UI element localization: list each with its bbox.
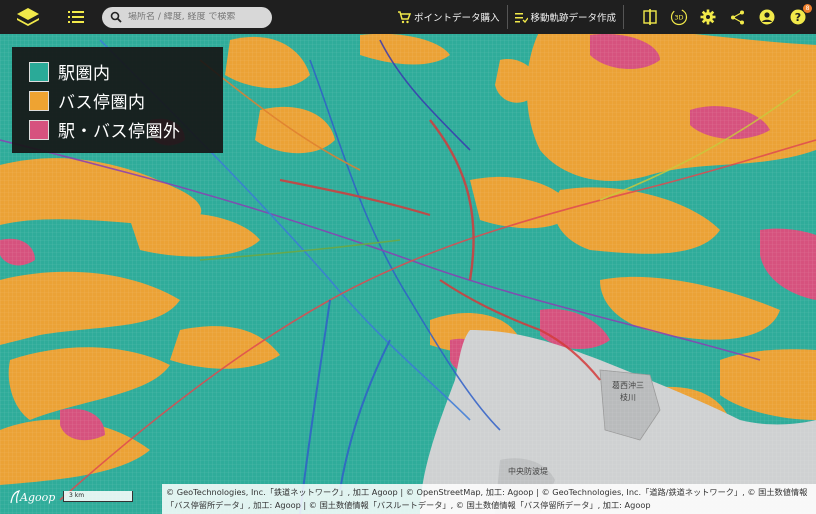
buy-point-data-button[interactable]: ポイントデータ購入: [397, 10, 500, 24]
top-toolbar: ポイントデータ購入 移動軌跡データ作成 3D: [0, 0, 816, 34]
brand-logo: Agoop: [10, 490, 55, 504]
user-icon: [759, 9, 775, 25]
settings-button[interactable]: [699, 8, 717, 26]
gear-icon: [700, 9, 716, 25]
scale-bar: 3 km: [63, 491, 133, 502]
place-label: 中央防波堤: [508, 466, 548, 476]
svg-text:?: ?: [795, 11, 801, 24]
attribution: © GeoTechnologies, Inc.「鉄道ネットワーク」, 加工 Ag…: [162, 484, 816, 514]
legend-swatch: [29, 90, 49, 111]
legend-item: 駅圏内: [29, 57, 223, 86]
layers-logo-icon[interactable]: [16, 7, 40, 27]
help-button[interactable]: ? 8: [789, 4, 813, 26]
map-app: 葛西沖三 枝川 中央防波堤 ポイントデータ購入: [0, 0, 816, 514]
3d-toggle-button[interactable]: 3D: [670, 8, 688, 26]
legend-label: 駅圏内: [58, 64, 111, 84]
3d-label: 3D: [674, 14, 683, 22]
buy-point-data-label: ポイントデータ購入: [414, 13, 500, 24]
help-badge: 8: [803, 4, 813, 13]
legend-label: 駅・バス停圏外: [58, 122, 181, 142]
legend-swatch: [29, 61, 49, 82]
cart-icon: [398, 10, 411, 23]
place-label: 枝川: [620, 392, 636, 402]
search-icon: [110, 11, 122, 23]
map-legend: 駅圏内 バス停圏内 駅・バス停圏外: [12, 47, 223, 153]
legend-item: バス停圏内: [29, 86, 223, 115]
share-button[interactable]: [728, 8, 746, 26]
3d-rotate-icon: 3D: [670, 8, 688, 26]
legend-label: バス停圏内: [58, 93, 146, 113]
playlist-icon: [514, 12, 528, 23]
toolbar-divider: [623, 5, 625, 29]
split-view-icon: [643, 9, 657, 25]
compare-button[interactable]: [641, 8, 659, 26]
search-box[interactable]: [102, 6, 272, 28]
search-input[interactable]: [128, 12, 268, 22]
brand-name: Agoop: [20, 490, 56, 504]
create-trajectory-label: 移動軌跡データ作成: [530, 13, 617, 24]
legend-item: 駅・バス停圏外: [29, 115, 223, 144]
account-button[interactable]: [758, 8, 776, 26]
legend-swatch: [29, 119, 49, 140]
scale-label: 3 km: [69, 492, 85, 499]
agoop-logo-icon: [10, 490, 20, 504]
create-trajectory-button[interactable]: 移動軌跡データ作成: [514, 10, 617, 24]
list-menu-icon[interactable]: [68, 10, 84, 24]
place-label: 葛西沖三: [612, 380, 644, 390]
share-icon: [730, 10, 744, 24]
toolbar-divider: [506, 5, 508, 29]
